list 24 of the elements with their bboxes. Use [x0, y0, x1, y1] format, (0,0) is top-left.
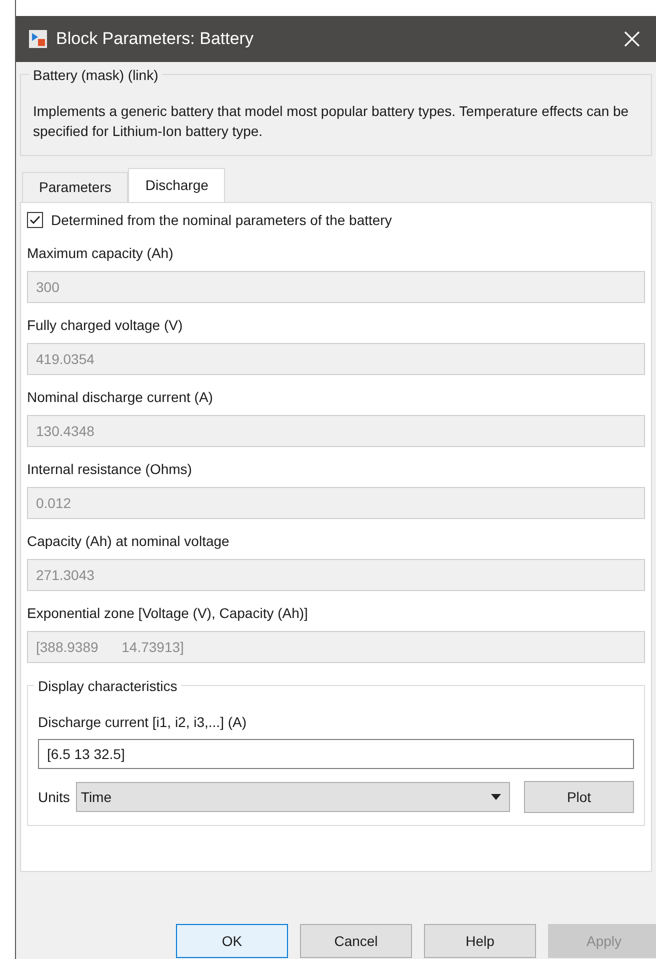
dialog-button[interactable]: OK	[176, 924, 288, 958]
description: Implements a generic battery that model most popular battery types. Temperature effects can be specified for Lithium-Ion battery type.	[33, 102, 630, 141]
block-icon	[28, 29, 48, 49]
check-icon	[29, 214, 41, 226]
tab[interactable]: Parameters	[22, 172, 128, 202]
field-label: Exponential zone [Voltage (V), Capacity (Ah)]	[27, 604, 309, 623]
field-label: Nominal discharge current (A)	[27, 388, 214, 407]
window-title: Block Parameters: Battery	[56, 28, 254, 50]
units-dropdown[interactable]: Time	[76, 782, 510, 812]
dialog-button[interactable]: Cancel	[300, 924, 412, 958]
field-label: Units	[38, 788, 70, 806]
caret-icon	[491, 794, 501, 800]
tab[interactable]: Discharge	[128, 168, 226, 202]
dialog-button[interactable]: Help	[424, 924, 536, 958]
checkbox-label: Determined from the nominal parameters of the battery	[51, 210, 392, 230]
close-icon[interactable]	[624, 31, 640, 47]
input-field[interactable]: [6.5 13 32.5]	[38, 739, 634, 769]
field-label: Capacity (Ah) at nominal voltage	[27, 532, 230, 551]
field-label: Discharge current [i1, i2, i3,...] (A)	[38, 713, 248, 732]
field-label: Internal resistance (Ohms)	[27, 460, 193, 479]
field-label: Fully charged voltage (V)	[27, 316, 184, 335]
checkbox[interactable]	[27, 212, 43, 228]
plot-button[interactable]: Plot	[524, 781, 634, 813]
field-label: Maximum capacity (Ah)	[27, 244, 174, 263]
